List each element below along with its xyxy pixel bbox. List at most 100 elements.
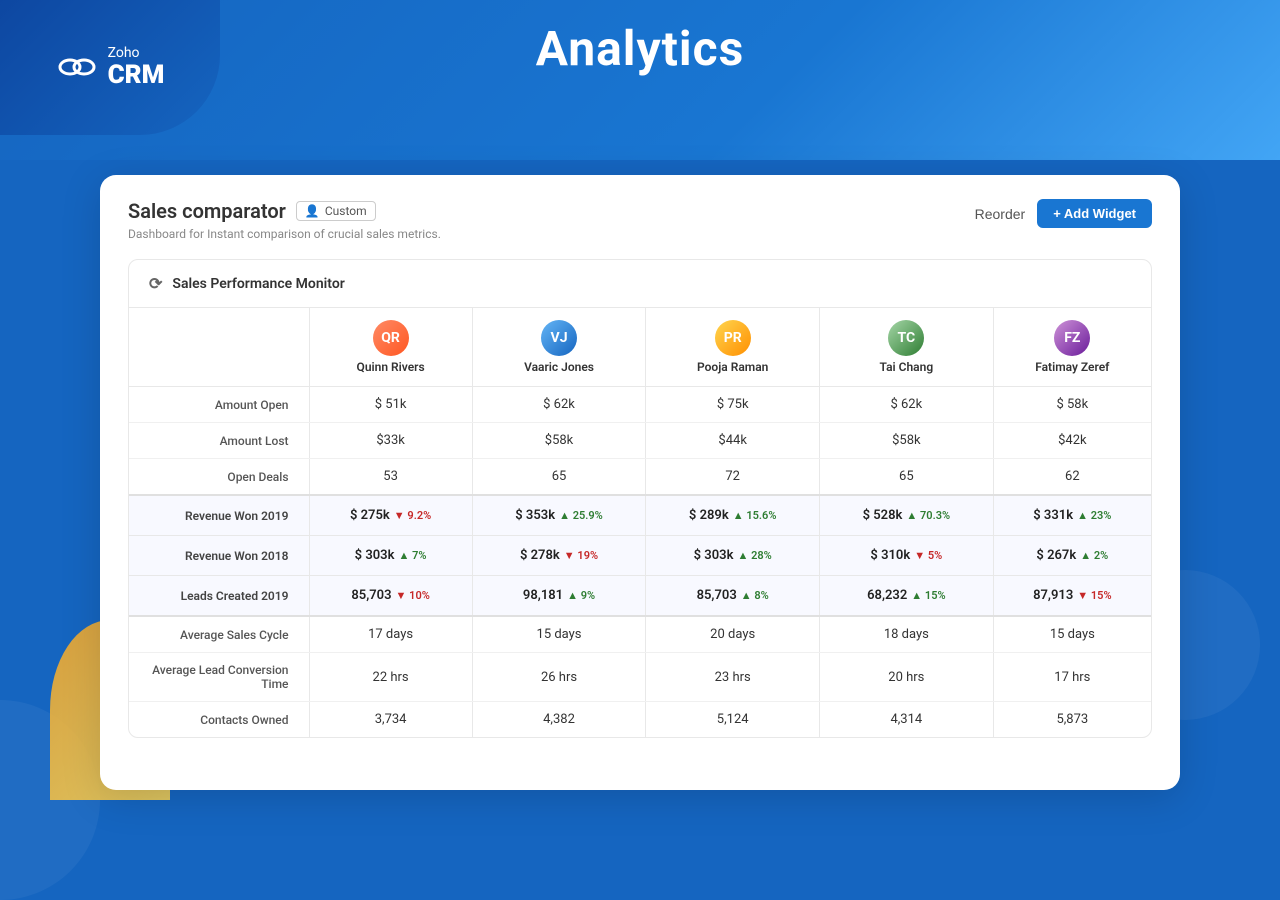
cell-value: $ 62k bbox=[472, 387, 646, 423]
table-row-bottom: Contacts Owned3,7344,3825,1244,3145,873 bbox=[129, 702, 1151, 738]
trend-indicator: 8% bbox=[741, 589, 769, 602]
trend-indicator: 15.6% bbox=[733, 509, 777, 522]
spm-header: ⟳ Sales Performance Monitor bbox=[129, 260, 1151, 308]
cell-value: $ 58k bbox=[993, 387, 1151, 423]
col-quinn: QR Quinn Rivers bbox=[309, 308, 472, 387]
trend-indicator: 9.2% bbox=[394, 509, 431, 522]
logo-area: Zoho CRM bbox=[0, 0, 220, 135]
col-pooja: PR Pooja Raman bbox=[646, 308, 820, 387]
row-label-highlight: Leads Created 2019 bbox=[129, 576, 309, 617]
section-title: Sales Performance Monitor bbox=[172, 276, 344, 292]
metric-value: 68,232 bbox=[867, 588, 907, 603]
cell-value: $33k bbox=[309, 423, 472, 459]
cell-metric: $ 331k 23% bbox=[993, 495, 1151, 536]
metric-value: $ 289k bbox=[689, 508, 729, 523]
cell-metric: 85,7038% bbox=[646, 576, 820, 617]
trend-indicator: 10% bbox=[396, 589, 430, 602]
add-widget-button[interactable]: + Add Widget bbox=[1037, 199, 1152, 228]
trend-indicator: 28% bbox=[737, 549, 771, 562]
cell-value-bottom: 4,382 bbox=[472, 702, 646, 738]
name-vaaric: Vaaric Jones bbox=[524, 360, 594, 374]
cell-value: 72 bbox=[646, 459, 820, 496]
metric-value: 98,181 bbox=[523, 588, 563, 603]
table-row-bottom: Average Lead Conversion Time22 hrs26 hrs… bbox=[129, 653, 1151, 702]
cell-value-bottom: 20 days bbox=[646, 616, 820, 653]
row-label: Amount Open bbox=[129, 387, 309, 423]
name-fatimay: Fatimay Zeref bbox=[1035, 360, 1109, 374]
table-container: ⟳ Sales Performance Monitor QR Quinn Riv… bbox=[128, 259, 1152, 738]
cell-metric: 85,70310% bbox=[309, 576, 472, 617]
cell-value: $42k bbox=[993, 423, 1151, 459]
cell-value: $ 75k bbox=[646, 387, 820, 423]
data-table: QR Quinn Rivers VJ Vaaric Jones PR bbox=[129, 308, 1151, 737]
cell-value-bottom: 5,873 bbox=[993, 702, 1151, 738]
cell-value-bottom: 3,734 bbox=[309, 702, 472, 738]
row-label: Open Deals bbox=[129, 459, 309, 496]
cell-metric: $ 353k25.9% bbox=[472, 495, 646, 536]
name-quinn: Quinn Rivers bbox=[357, 360, 425, 374]
avatar-tai: TC bbox=[888, 320, 924, 356]
trend-indicator: 25.9% bbox=[559, 509, 603, 522]
col-tai: TC Tai Chang bbox=[820, 308, 994, 387]
cell-metric: $ 528k70.3% bbox=[820, 495, 994, 536]
cell-value-bottom: 17 days bbox=[309, 616, 472, 653]
cell-value-bottom: 26 hrs bbox=[472, 653, 646, 702]
metric-value: $ 310k bbox=[870, 548, 910, 563]
name-pooja: Pooja Raman bbox=[697, 360, 768, 374]
cell-value: $58k bbox=[820, 423, 994, 459]
cell-metric: $ 289k 15.6% bbox=[646, 495, 820, 536]
metric-value: $ 331k bbox=[1033, 508, 1073, 523]
cell-metric: $ 267k 2% bbox=[993, 536, 1151, 576]
cell-value-bottom: 23 hrs bbox=[646, 653, 820, 702]
avatar-quinn: QR bbox=[373, 320, 409, 356]
empty-header bbox=[129, 308, 309, 387]
table-row: Amount Open$ 51k$ 62k$ 75k$ 62k$ 58k bbox=[129, 387, 1151, 423]
metric-value: $ 528k bbox=[863, 508, 903, 523]
trend-indicator: 70.3% bbox=[906, 509, 950, 522]
trend-indicator: 2% bbox=[1080, 549, 1108, 562]
metric-value: $ 267k bbox=[1036, 548, 1076, 563]
card-title-text: Sales comparator bbox=[128, 199, 286, 223]
trend-indicator: 15% bbox=[911, 589, 945, 602]
reorder-button[interactable]: Reorder bbox=[975, 206, 1026, 222]
trend-indicator: 23% bbox=[1077, 509, 1111, 522]
cell-value: 65 bbox=[820, 459, 994, 496]
metric-value: 87,913 bbox=[1033, 588, 1073, 603]
row-label-highlight: Revenue Won 2018 bbox=[129, 536, 309, 576]
cell-value-bottom: 15 days bbox=[472, 616, 646, 653]
metric-value: $ 278k bbox=[520, 548, 560, 563]
metric-value: $ 275k bbox=[350, 508, 390, 523]
col-vaaric: VJ Vaaric Jones bbox=[472, 308, 646, 387]
logo-text: Zoho CRM bbox=[108, 46, 165, 90]
custom-badge-label: Custom bbox=[325, 204, 367, 218]
custom-badge: 👤 Custom bbox=[296, 201, 376, 221]
cell-metric: $ 310k 5% bbox=[820, 536, 994, 576]
cell-value: 65 bbox=[472, 459, 646, 496]
trend-indicator: 5% bbox=[914, 549, 942, 562]
trend-indicator: 15% bbox=[1077, 589, 1111, 602]
row-label-bottom: Average Sales Cycle bbox=[129, 616, 309, 653]
cell-metric: 98,181 9% bbox=[472, 576, 646, 617]
card-title: Sales comparator 👤 Custom bbox=[128, 199, 441, 223]
card-header: Sales comparator 👤 Custom Dashboard for … bbox=[128, 199, 1152, 241]
cell-value-bottom: 20 hrs bbox=[820, 653, 994, 702]
logo-crm: CRM bbox=[108, 60, 165, 90]
table-row-highlight: Revenue Won 2018$ 303k7%$ 278k19%$ 303k2… bbox=[129, 536, 1151, 576]
metric-value: $ 303k bbox=[355, 548, 395, 563]
cell-metric: $ 278k19% bbox=[472, 536, 646, 576]
refresh-icon[interactable]: ⟳ bbox=[149, 274, 162, 293]
cell-metric: 87,913 15% bbox=[993, 576, 1151, 617]
row-label: Amount Lost bbox=[129, 423, 309, 459]
main-card: Sales comparator 👤 Custom Dashboard for … bbox=[100, 175, 1180, 790]
col-fatimay: FZ Fatimay Zeref bbox=[993, 308, 1151, 387]
cell-value: 53 bbox=[309, 459, 472, 496]
trend-indicator: 9% bbox=[567, 589, 595, 602]
cell-metric: $ 275k 9.2% bbox=[309, 495, 472, 536]
metric-value: $ 303k bbox=[694, 548, 734, 563]
cell-value: $ 62k bbox=[820, 387, 994, 423]
cell-metric: $ 303k7% bbox=[309, 536, 472, 576]
name-tai: Tai Chang bbox=[880, 360, 934, 374]
cell-value-bottom: 17 hrs bbox=[993, 653, 1151, 702]
row-label-bottom: Average Lead Conversion Time bbox=[129, 653, 309, 702]
cell-value: $ 51k bbox=[309, 387, 472, 423]
